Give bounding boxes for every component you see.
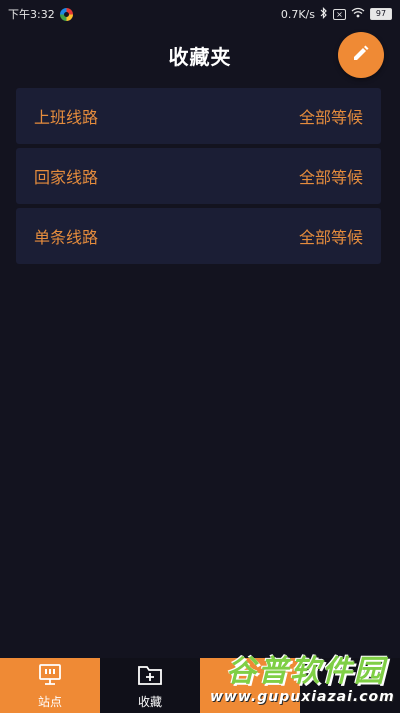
wait-all-button[interactable]: 全部等候 <box>299 164 363 188</box>
sim-icon: × <box>333 8 346 20</box>
status-right: 0.7K/s × 97 <box>280 6 392 22</box>
header: 收藏夹 <box>0 28 400 82</box>
tab-third[interactable] <box>200 658 300 713</box>
app-logo-icon <box>59 7 73 21</box>
tab-fourth[interactable] <box>300 658 400 713</box>
route-name: 单条线路 <box>34 228 99 247</box>
bluetooth-icon <box>320 6 328 22</box>
tab-label: 站点 <box>37 695 62 709</box>
edit-button[interactable] <box>338 32 384 78</box>
route-name: 回家线路 <box>34 168 99 187</box>
tab-favorites[interactable]: 收藏 <box>100 658 200 713</box>
wifi-icon <box>351 7 365 21</box>
wait-all-button[interactable]: 全部等候 <box>299 224 363 248</box>
tab-stations[interactable]: 站点 <box>0 658 100 713</box>
route-name: 上班线路 <box>34 108 99 127</box>
status-bar: 下午3:32 0.7K/s × 97 <box>0 0 400 28</box>
folder-add-icon <box>137 664 163 693</box>
status-left: 下午3:32 <box>8 6 73 22</box>
battery-icon: 97 <box>370 8 392 20</box>
network-speed: 0.7K/s <box>280 7 315 21</box>
route-list: 上班线路 全部等候 回家线路 全部等候 单条线路 全部等候 <box>16 88 381 268</box>
pencil-icon <box>351 43 371 67</box>
route-item-single[interactable]: 单条线路 全部等候 <box>16 208 381 264</box>
route-item-work[interactable]: 上班线路 全部等候 <box>16 88 381 144</box>
page-title: 收藏夹 <box>168 44 232 69</box>
route-item-home[interactable]: 回家线路 全部等候 <box>16 148 381 204</box>
tab-bar: 站点 收藏 <box>0 658 400 713</box>
tab-label: 收藏 <box>137 695 162 709</box>
bus-stop-icon <box>38 664 62 693</box>
wait-all-button[interactable]: 全部等候 <box>299 104 363 128</box>
status-time: 下午3:32 <box>8 8 55 21</box>
